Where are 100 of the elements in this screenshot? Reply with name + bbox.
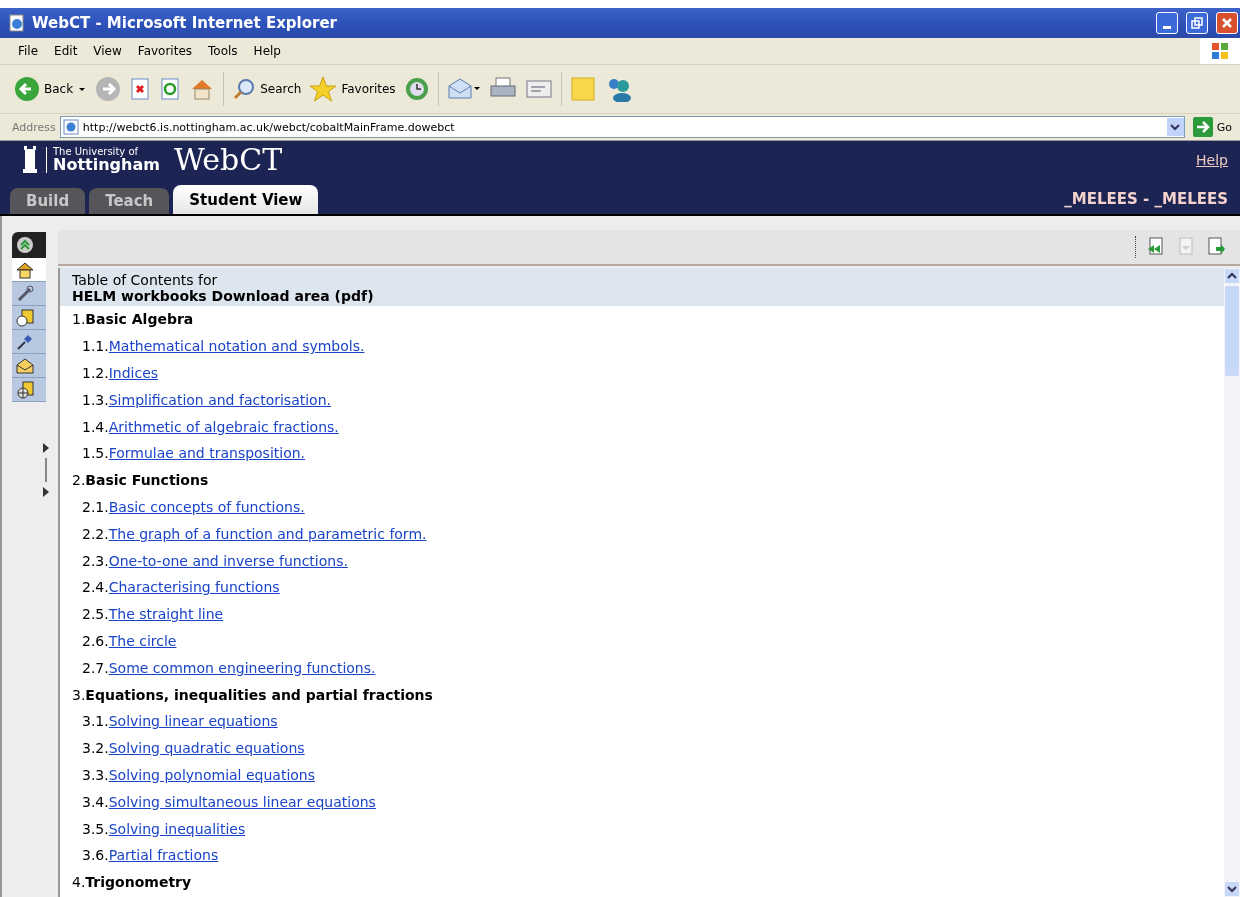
toc-link[interactable]: Solving inequalities [108,820,246,837]
back-button[interactable]: Back [14,76,88,102]
note-icon [569,76,596,102]
pin-icon [16,332,34,351]
browser-icon [8,14,26,32]
item-number: 2.7. [82,659,109,676]
item-number: 1.2. [82,365,109,381]
minimize-button[interactable] [1156,12,1178,34]
university-name: Nottingham [53,157,160,173]
course-title: HELM workbooks Download area (pdf) [72,288,375,304]
stop-icon [129,77,152,101]
address-label: Address [12,120,56,134]
resize-handle-icon [42,442,50,498]
toc-link[interactable]: Simplification and factorisation. [108,391,331,408]
toc-link[interactable]: The graph of a function and parametric form. [108,525,427,542]
help-link[interactable]: Help [1196,152,1228,168]
windows-flag-icon [1210,41,1230,61]
page-forward-icon [1206,237,1226,257]
edit-icon [524,77,553,101]
favorites-button[interactable]: Favorites [309,76,396,102]
menu-item[interactable]: View [85,44,130,58]
item-number: 1.5. [82,445,109,462]
item-number: 2.2. [82,525,109,542]
refresh-icon [159,77,182,101]
section-number: 3. [72,686,86,703]
toc-link[interactable]: Solving quadratic equations [108,740,305,757]
pin-button[interactable] [12,330,46,354]
section-number: 2. [72,472,86,489]
tower-crest-icon [22,145,38,175]
star-icon [309,76,338,102]
university-name: The University of [53,147,139,157]
section-number: 1. [72,311,86,328]
go-button[interactable]: Go [1188,117,1236,137]
item-number: 3.6. [82,847,109,864]
home-tool-button[interactable] [12,258,46,282]
toc-link[interactable]: Solving simultaneous linear equations [108,793,376,810]
tab[interactable]: Student View [173,185,319,214]
web-links-button[interactable] [12,378,46,402]
toc-link[interactable]: Indices [108,365,159,381]
calendar-button[interactable] [12,306,46,330]
menu-item[interactable]: Favorites [129,44,201,58]
tab[interactable]: Build [10,188,86,214]
item-number: 3.3. [82,766,109,783]
close-button[interactable] [1216,12,1238,34]
page-icon [1176,237,1196,257]
toc-link[interactable]: Characterising functions [108,579,280,596]
item-number: 2.1. [82,498,109,515]
tools-button[interactable] [12,282,46,306]
page-back-icon [1146,237,1166,257]
address-field[interactable]: http://webct6.is.nottingham.ac.uk/webct/cobaltMainFrame.dowebct [59,116,1185,138]
toc-link[interactable]: Mathematical notation and symbols. [108,338,365,355]
menu-item[interactable]: Edit [46,44,86,58]
home-icon [16,260,34,279]
chevron-down-icon [1170,123,1181,131]
section-title: Trigonometry [85,874,192,891]
section-title: Basic Algebra [85,311,194,328]
menu-item[interactable]: File [10,44,47,58]
scrollbar[interactable] [1224,268,1240,897]
item-number: 1.1. [82,338,109,355]
collapse-icon [16,236,34,254]
section-title: Equations, inequalities and partial fractions [85,686,433,703]
toc-link[interactable]: Solving linear equations [108,713,278,730]
close-icon [1221,17,1233,29]
item-number: 2.5. [82,606,109,623]
item-number: 3.2. [82,740,109,757]
toc-link[interactable]: One-to-one and inverse functions. [108,552,348,569]
product-name: WebCT [173,145,283,175]
toc-link[interactable]: Basic concepts of functions. [108,498,305,515]
minimize-icon [1163,25,1171,29]
globe-page-icon [16,380,34,399]
toc-link[interactable]: Arithmetic of algebraic fractions. [108,418,339,435]
restore-button[interactable] [1186,12,1208,34]
mail-icon [446,76,481,102]
toc-link[interactable]: The straight line [108,606,224,623]
toc-link[interactable]: Solving polynomial equations [108,766,316,783]
next-page-button[interactable] [1206,237,1226,257]
scroll-down-icon [1224,881,1240,897]
previous-page-button[interactable] [1146,237,1166,257]
search-button[interactable]: Search [232,77,302,101]
item-number: 2.6. [82,632,109,649]
toc-link[interactable]: Partial fractions [108,847,219,864]
item-number: 2.3. [82,552,109,569]
toc-link[interactable]: The circle [108,632,177,649]
toc-link[interactable]: Formulae and transposition. [108,445,306,462]
user-name: _MELEES - _MELEES [1064,190,1228,208]
toc-link[interactable]: Some common engineering functions. [108,659,376,676]
section-number: 4. [72,874,86,891]
menu-item[interactable]: Tools [200,44,246,58]
menu-item[interactable]: Help [245,44,289,58]
mail-button[interactable] [12,354,46,378]
item-number: 1.3. [82,391,109,408]
item-number: 3.1. [82,713,109,730]
item-number: 3.4. [82,793,109,810]
search-icon [232,77,257,101]
toc-heading: Table of Contents for [72,272,219,288]
dropdown-button[interactable] [1166,118,1184,136]
tab[interactable]: Teach [89,188,170,214]
item-number: 3.5. [82,820,109,837]
envelope-icon [16,356,34,375]
item-number: 2.4. [82,579,109,596]
